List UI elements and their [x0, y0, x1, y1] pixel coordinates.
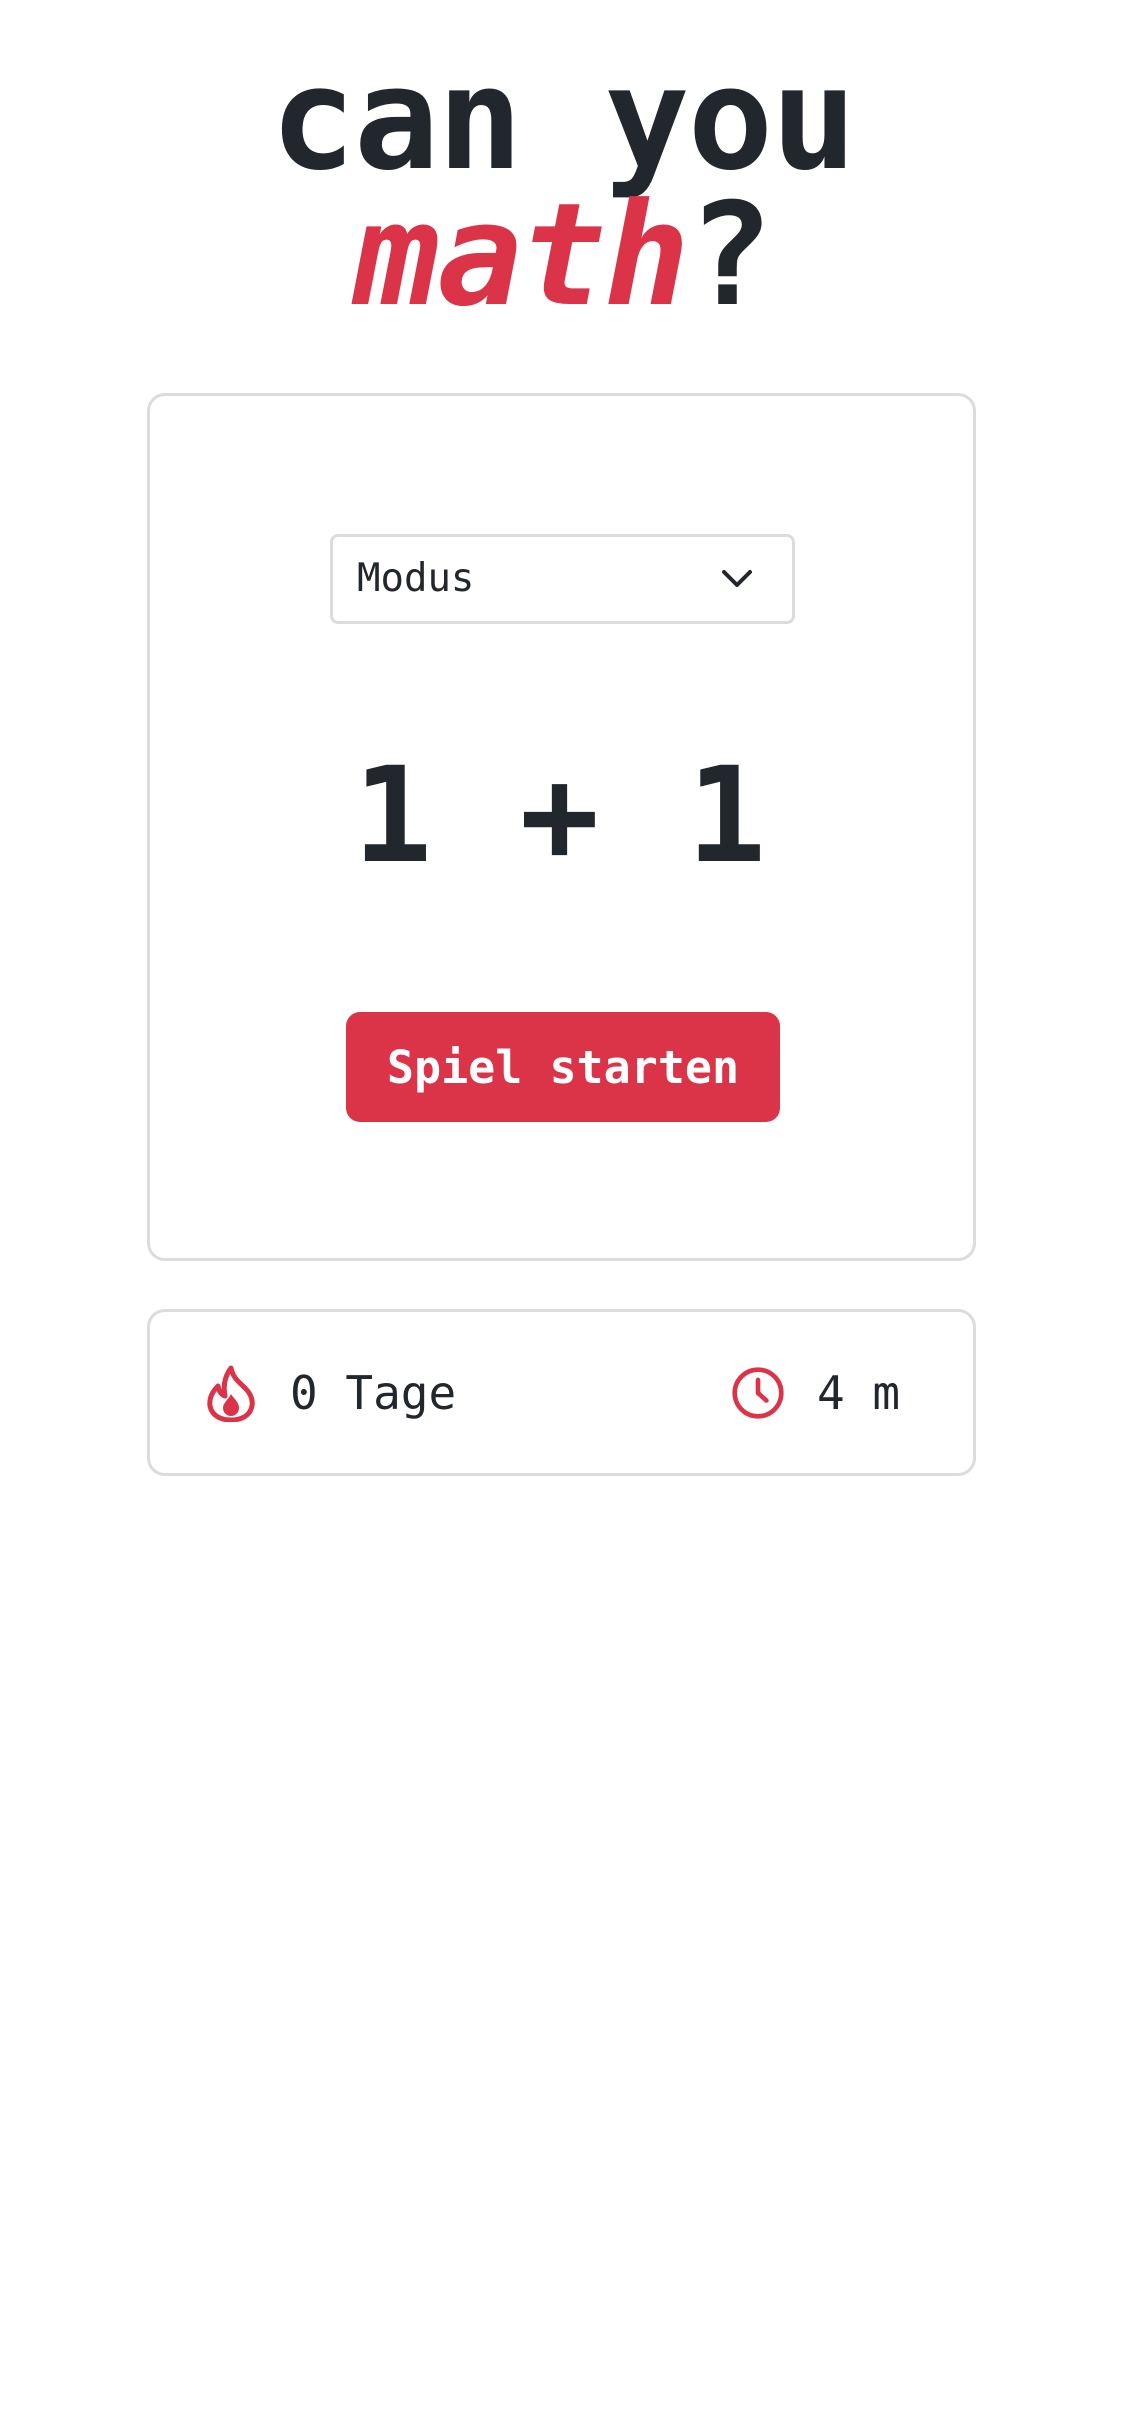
start-game-button[interactable]: Spiel starten — [346, 1012, 780, 1122]
mode-select-label: Modus — [357, 556, 475, 601]
stats-card: 0 Tage 4 m — [147, 1309, 976, 1476]
math-problem: 1 + 1 — [352, 739, 771, 893]
clock-icon — [731, 1364, 785, 1422]
streak-stat: 0 Tage — [204, 1312, 456, 1473]
flame-icon — [204, 1364, 258, 1422]
streak-value: 0 Tage — [290, 1365, 457, 1420]
mode-select[interactable]: Modus — [330, 534, 795, 624]
app-title: can you math? — [0, 37, 1125, 327]
title-accent-word: math — [353, 173, 690, 338]
title-line-1: can you — [270, 37, 856, 202]
time-value: 4 m — [817, 1365, 901, 1420]
game-card: Modus 1 + 1 Spiel starten — [147, 393, 976, 1261]
chevron-down-icon — [720, 565, 754, 593]
time-stat: 4 m — [731, 1312, 900, 1473]
title-question-mark: ? — [687, 173, 773, 338]
title-line-2: math? — [0, 185, 1125, 327]
